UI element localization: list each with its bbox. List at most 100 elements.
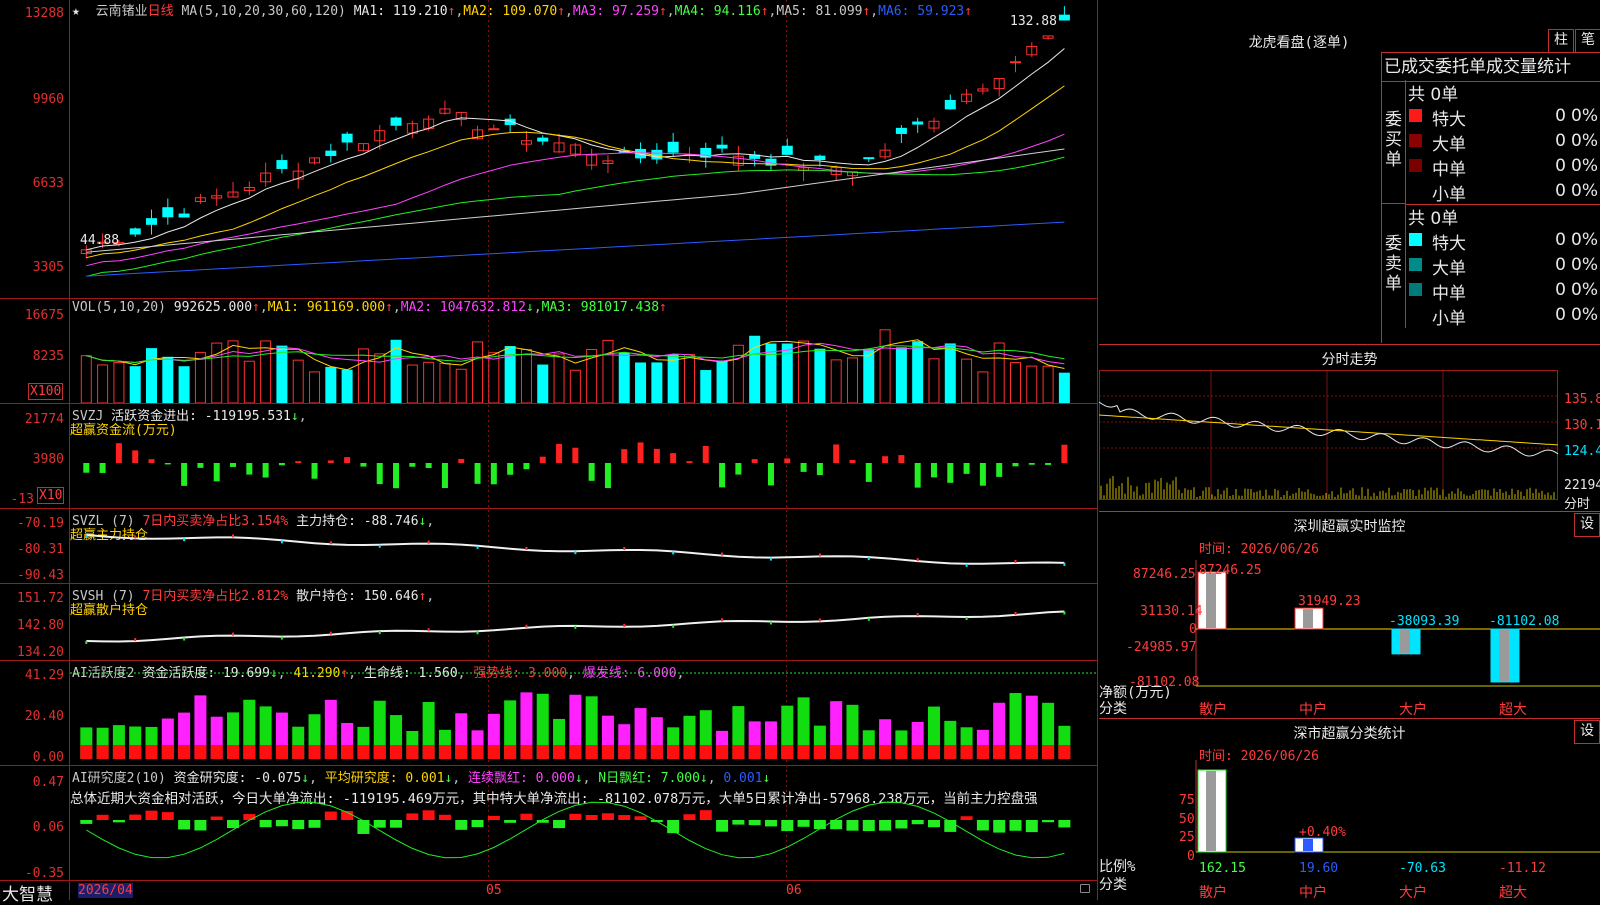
activity-base bbox=[438, 745, 451, 759]
research-bar bbox=[748, 820, 761, 826]
activity-base bbox=[634, 745, 647, 759]
candlestick-chart[interactable] bbox=[70, 0, 1097, 298]
activity-base bbox=[1058, 745, 1071, 759]
volume-chart[interactable] bbox=[70, 299, 1097, 403]
flow-bar bbox=[230, 463, 237, 467]
sell-row[interactable]: 中单 0 0% bbox=[1406, 278, 1600, 304]
research-bar bbox=[471, 820, 484, 828]
flow-bar bbox=[947, 463, 954, 483]
volume-bar bbox=[977, 371, 989, 403]
volume-bar bbox=[162, 356, 174, 403]
holding-tick bbox=[721, 552, 724, 556]
volume-bar bbox=[537, 364, 549, 403]
volume-bar bbox=[683, 354, 695, 403]
intraday-frame bbox=[1099, 370, 1558, 500]
holding-tick bbox=[867, 617, 870, 621]
main-holding-chart[interactable] bbox=[70, 509, 1097, 583]
volume-bar bbox=[357, 348, 369, 403]
volume-bar bbox=[113, 362, 125, 403]
row-count: 0 bbox=[1555, 305, 1566, 325]
research-bar bbox=[634, 816, 647, 820]
order-stats-tab[interactable]: 已成交委托单成交量统计 bbox=[1381, 52, 1600, 82]
holding-tick bbox=[232, 632, 235, 636]
row-pct: 0% bbox=[1571, 181, 1598, 201]
sell-row[interactable]: 小单 0 0% bbox=[1406, 303, 1600, 329]
row-name: 大单 bbox=[1432, 135, 1466, 155]
row-pct: 0% bbox=[1571, 156, 1598, 176]
flow-bar bbox=[816, 463, 823, 476]
flow-bar bbox=[213, 463, 220, 482]
activity-base bbox=[504, 745, 517, 759]
flow-bar bbox=[604, 463, 611, 489]
sell-row[interactable]: 特大 0 0% bbox=[1406, 228, 1600, 254]
flow-bar bbox=[767, 463, 774, 486]
volume-bar bbox=[961, 358, 973, 403]
research-chart[interactable] bbox=[70, 766, 1097, 880]
lock-icon[interactable] bbox=[1080, 884, 1090, 893]
sz-settings-button[interactable]: 设 bbox=[1574, 513, 1600, 537]
volume-bar bbox=[129, 366, 141, 403]
vol-unit-button[interactable]: X100 bbox=[28, 383, 64, 400]
activity-base bbox=[390, 745, 403, 759]
volume-bar bbox=[863, 348, 875, 403]
research-bar bbox=[976, 820, 989, 831]
cls-tick: 75 bbox=[1179, 793, 1195, 808]
flow-bar bbox=[132, 450, 139, 463]
activity-base bbox=[650, 745, 663, 759]
bar-mode-button[interactable]: 柱 bbox=[1548, 29, 1574, 53]
cls-title: 深市超赢分类统计 bbox=[1293, 726, 1406, 742]
flow-bar bbox=[637, 442, 644, 463]
sz-tick: -24985.97 bbox=[1126, 640, 1197, 655]
cls-bar-shade bbox=[1303, 839, 1313, 851]
activity-base bbox=[487, 745, 500, 759]
research-bar bbox=[569, 813, 582, 820]
activity-base bbox=[80, 745, 93, 759]
intraday-chart[interactable] bbox=[1099, 370, 1600, 510]
retail-holding-chart[interactable] bbox=[70, 584, 1097, 660]
flow-bar bbox=[930, 463, 937, 478]
buy-row[interactable]: 特大 0 0% bbox=[1406, 104, 1600, 130]
svsh-tick: 134.20 bbox=[17, 645, 64, 660]
svzj-unit-button[interactable]: X10 bbox=[37, 487, 65, 504]
svzl-tick: -90.43 bbox=[17, 568, 64, 583]
row-count: 0 bbox=[1555, 106, 1566, 126]
research-bar bbox=[895, 820, 908, 829]
research-bar bbox=[373, 820, 386, 828]
research-bar bbox=[80, 820, 93, 824]
activity-chart[interactable] bbox=[70, 661, 1097, 765]
holding-tick bbox=[329, 541, 332, 545]
candle-body bbox=[895, 127, 907, 134]
buy-row[interactable]: 中单 0 0% bbox=[1406, 154, 1600, 180]
sz-cat: 大户 bbox=[1399, 702, 1427, 718]
ai2-tick: 0.06 bbox=[32, 820, 64, 835]
activity-base bbox=[455, 745, 468, 759]
volume-bar bbox=[341, 369, 353, 403]
cls-cat: 散户 bbox=[1199, 885, 1227, 901]
ai1-tick: 41.29 bbox=[24, 668, 64, 683]
candle-body bbox=[912, 121, 924, 125]
holding-tick bbox=[232, 534, 235, 538]
flow-bar bbox=[523, 463, 530, 470]
flow-bar bbox=[507, 463, 514, 475]
brand-label: 大智慧 bbox=[2, 885, 53, 905]
fund-flow-chart[interactable] bbox=[70, 404, 1097, 508]
activity-base bbox=[797, 745, 810, 759]
sell-row[interactable]: 大单 0 0% bbox=[1406, 253, 1600, 279]
row-pct: 0% bbox=[1571, 255, 1598, 275]
volume-bar bbox=[846, 357, 858, 403]
svzl-tick: -70.19 bbox=[17, 516, 64, 531]
cls-ratio-chart[interactable] bbox=[1099, 760, 1600, 900]
volume-bar bbox=[276, 345, 288, 403]
buy-row[interactable]: 小单 0 0% bbox=[1406, 179, 1600, 205]
flow-bar bbox=[311, 463, 318, 479]
pen-mode-button[interactable]: 笔 bbox=[1575, 29, 1600, 53]
buy-row[interactable]: 大单 0 0% bbox=[1406, 129, 1600, 155]
kline-chart-area[interactable]: ★ 云南锗业日线 MA(5,10,20,30,60,120) MA1: 119.… bbox=[0, 0, 1098, 905]
volume-bar bbox=[1042, 365, 1054, 403]
flow-bar bbox=[702, 445, 709, 463]
flow-bar bbox=[588, 463, 595, 481]
activity-base bbox=[161, 745, 174, 759]
flow-bar bbox=[458, 458, 465, 463]
flow-bar bbox=[425, 463, 432, 469]
cls-settings-button[interactable]: 设 bbox=[1574, 720, 1600, 744]
